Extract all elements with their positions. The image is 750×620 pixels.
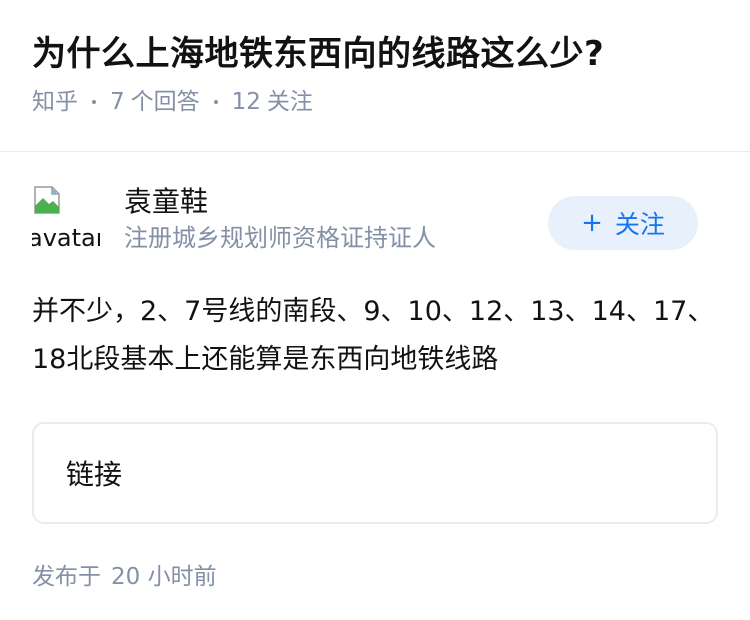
publish-time-prefix: 发布于 <box>32 564 101 590</box>
follower-count-label: 关注 <box>266 89 313 115</box>
author-badge: 注册城乡规划师资格证持证人 <box>124 224 436 252</box>
publish-time-value: 20 小时前 <box>111 564 217 590</box>
question-header: 为什么上海地铁东西向的线路这么少? 知乎 7 个回答 12 关注 <box>0 0 750 152</box>
answer-count-label: 个回答 <box>130 89 200 115</box>
follow-button-label: 关注 <box>614 210 665 239</box>
avatar-alt-text: avatar <box>32 224 100 252</box>
link-card[interactable]: 链接 <box>32 422 718 524</box>
link-card-label: 链接 <box>66 458 123 491</box>
publish-time: 发布于 20 小时前 <box>32 560 718 594</box>
follower-count: 12 <box>231 89 261 115</box>
answer-count: 7 <box>110 89 125 115</box>
author-row: avatar 袁童鞋 注册城乡规划师资格证持证人 + 关注 <box>32 182 718 282</box>
plus-icon: + <box>581 208 603 238</box>
avatar[interactable]: avatar <box>32 184 100 252</box>
follow-button[interactable]: + 关注 <box>548 196 698 250</box>
author-name[interactable]: 袁童鞋 <box>124 182 436 222</box>
answer-content: 并不少，2、7号线的南段、9、10、12、13、14、17、18北段基本上还能算… <box>32 296 715 375</box>
question-title[interactable]: 为什么上海地铁东西向的线路这么少? <box>32 30 718 78</box>
author-info: 袁童鞋 注册城乡规划师资格证持证人 <box>124 182 436 254</box>
question-meta: 知乎 7 个回答 12 关注 <box>32 84 718 120</box>
answer-item: avatar 袁童鞋 注册城乡规划师资格证持证人 + 关注 并不少，2、7号线的… <box>0 182 750 594</box>
meta-separator <box>92 100 96 104</box>
broken-image-icon <box>34 186 60 214</box>
meta-separator <box>213 100 218 104</box>
question-source[interactable]: 知乎 <box>32 84 78 120</box>
